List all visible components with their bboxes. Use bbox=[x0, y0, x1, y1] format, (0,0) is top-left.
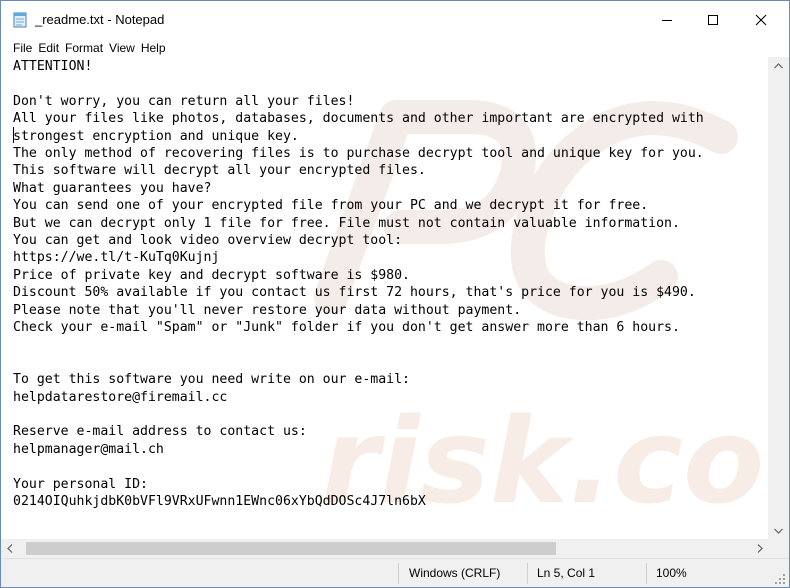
minimize-button[interactable] bbox=[644, 1, 690, 39]
document-line: You can get and look video overview decr… bbox=[13, 233, 403, 248]
text-editor[interactable]: risk.com ATTENTION! Don't worry, you can… bbox=[1, 57, 768, 539]
close-icon bbox=[755, 14, 767, 26]
status-divider bbox=[398, 563, 399, 584]
chevron-left-icon bbox=[6, 544, 12, 553]
document-line: helpdatarestore@firemail.cc bbox=[13, 389, 228, 405]
menu-file[interactable]: File bbox=[10, 39, 35, 57]
document-line: You can send one of your encrypted file … bbox=[13, 198, 649, 214]
document-line: strongest encryption and unique key. bbox=[13, 128, 299, 144]
document-line: 0214OIQuhkjdbK0bVFl9VRxUFwnn1EWnc06xYbQd… bbox=[13, 494, 426, 509]
close-button[interactable] bbox=[738, 1, 784, 39]
status-cursor-position: Ln 5, Col 1 bbox=[537, 566, 596, 580]
document-line: ATTENTION! bbox=[13, 59, 93, 74]
maximize-button[interactable] bbox=[690, 1, 736, 39]
menu-format[interactable]: Format bbox=[62, 39, 106, 57]
horizontal-scroll-thumb[interactable] bbox=[26, 542, 556, 555]
status-divider bbox=[527, 563, 528, 584]
text-caret bbox=[13, 127, 14, 143]
window-title: _readme.txt - Notepad bbox=[35, 12, 165, 27]
document-line: The only method of recovering files is t… bbox=[13, 146, 704, 161]
menu-help[interactable]: Help bbox=[138, 39, 169, 57]
scroll-down-button[interactable] bbox=[768, 522, 789, 539]
scroll-right-button[interactable] bbox=[751, 539, 768, 558]
document-line: Don't worry, you can return all your fil… bbox=[13, 93, 355, 109]
document-line: All your files like photos, databases, d… bbox=[13, 111, 704, 127]
status-line-ending: Windows (CRLF) bbox=[409, 566, 501, 580]
document-line: Price of private key and decrypt softwar… bbox=[13, 267, 410, 283]
status-zoom: 100% bbox=[656, 566, 687, 580]
menu-view[interactable]: View bbox=[106, 39, 138, 57]
maximize-icon bbox=[708, 15, 718, 25]
document-line: What guarantees you have? bbox=[13, 180, 212, 196]
chevron-down-icon bbox=[774, 528, 783, 534]
document-line: Reserve e-mail address to contact us: bbox=[13, 424, 307, 440]
notepad-window: _readme.txt - Notepad File Edit Format V… bbox=[0, 0, 790, 588]
scrollbar-corner bbox=[768, 539, 789, 558]
menu-bar: File Edit Format View Help bbox=[1, 39, 789, 57]
document-line: Check your e-mail "Spam" or "Junk" folde… bbox=[13, 320, 680, 335]
document-line: https://we.tl/t-KuTq0Kujnj bbox=[13, 250, 220, 266]
vertical-scrollbar[interactable] bbox=[768, 57, 789, 539]
document-line: helpmanager@mail.ch bbox=[13, 441, 164, 457]
minimize-icon bbox=[662, 20, 672, 21]
status-bar: Windows (CRLF) Ln 5, Col 1 100% bbox=[1, 558, 789, 587]
document-line: Your personal ID: bbox=[13, 476, 148, 492]
title-bar[interactable]: _readme.txt - Notepad bbox=[1, 1, 789, 39]
document-line: Please note that you'll never restore yo… bbox=[13, 302, 522, 318]
scroll-left-button[interactable] bbox=[1, 539, 18, 558]
document-line: But we can decrypt only 1 file for free.… bbox=[13, 215, 680, 231]
chevron-up-icon bbox=[774, 62, 783, 68]
status-divider bbox=[646, 563, 647, 584]
horizontal-scrollbar[interactable] bbox=[1, 539, 768, 558]
document-line: This software will decrypt all your encr… bbox=[13, 163, 426, 179]
document-line: To get this software you need write on o… bbox=[13, 372, 410, 388]
document-line: Discount 50% available if you contact us… bbox=[13, 285, 696, 301]
menu-edit[interactable]: Edit bbox=[35, 39, 62, 57]
chevron-right-icon bbox=[757, 544, 763, 553]
scroll-up-button[interactable] bbox=[768, 57, 789, 74]
resize-grip-icon[interactable] bbox=[774, 573, 786, 585]
notepad-icon bbox=[13, 12, 27, 28]
